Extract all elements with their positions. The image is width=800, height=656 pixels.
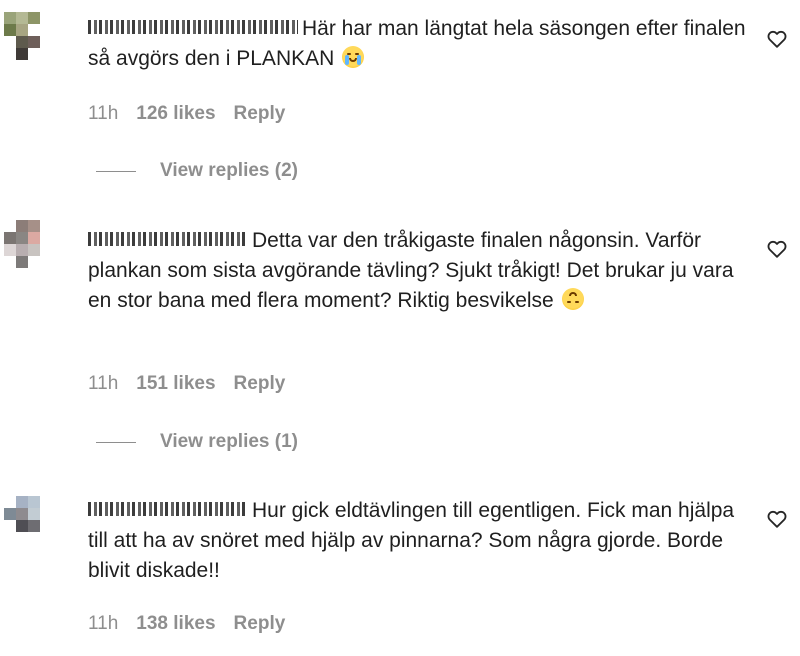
heart-outline-icon[interactable] [766, 238, 788, 260]
comment-meta: 11h 151 likes Reply [88, 373, 285, 395]
view-replies-label: View replies (2) [160, 160, 298, 181]
username-redacted[interactable] [88, 232, 248, 246]
upside-down-face-icon [561, 288, 584, 310]
heart-outline-icon[interactable] [766, 28, 788, 50]
divider-line [96, 441, 136, 443]
view-replies-label: View replies (1) [160, 431, 298, 452]
username-redacted[interactable] [88, 20, 298, 34]
reply-button[interactable]: Reply [234, 373, 286, 395]
reply-button[interactable]: Reply [234, 613, 286, 635]
view-replies-button[interactable]: View replies (1) [96, 431, 298, 453]
avatar[interactable] [4, 220, 52, 268]
loudly-crying-face-icon [342, 46, 365, 68]
likes-count[interactable]: 151 likes [136, 373, 215, 395]
comment-meta: 11h 138 likes Reply [88, 613, 285, 635]
comment-text: Detta var den tråkigaste finalen någonsi… [88, 226, 748, 316]
comment-time: 11h [88, 373, 119, 394]
comment-text: Hur gick eldtävlingen till egentligen. F… [88, 496, 748, 586]
view-replies-button[interactable]: View replies (2) [96, 160, 298, 182]
comment-time: 11h [88, 613, 119, 634]
comment-time: 11h [88, 103, 119, 124]
heart-outline-icon[interactable] [766, 508, 788, 530]
divider-line [96, 170, 136, 172]
comment-meta: 11h 126 likes Reply [88, 103, 285, 125]
username-redacted[interactable] [88, 502, 248, 516]
reply-button[interactable]: Reply [234, 103, 286, 125]
likes-count[interactable]: 126 likes [136, 103, 215, 125]
likes-count[interactable]: 138 likes [136, 613, 215, 635]
avatar[interactable] [4, 12, 52, 60]
avatar[interactable] [4, 496, 52, 544]
comment-text: Här har man längtat hela säsongen efter … [88, 14, 748, 74]
